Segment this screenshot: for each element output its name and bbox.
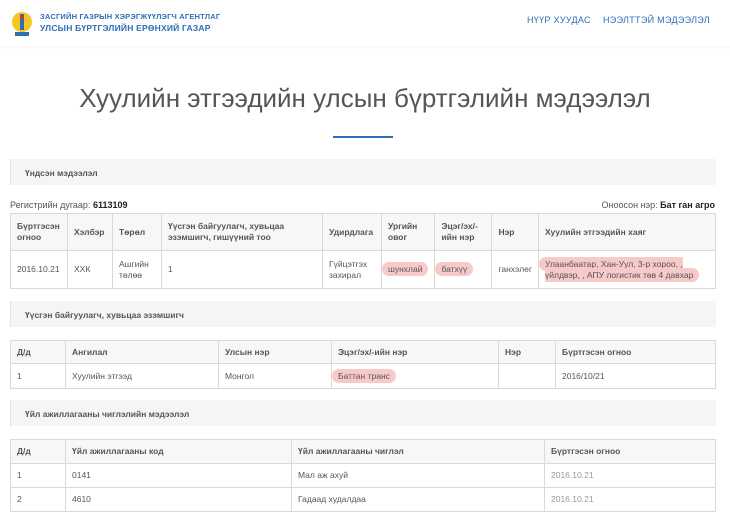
col-header: Нэр [491,213,539,251]
table-row: 1 0141 Мал аж ахуй 2016.10.21 [10,463,716,488]
nav-open-data[interactable]: НЭЭЛТТЭЙ МЭДЭЭЛЭЛ [603,15,710,25]
col-header: Ангилал [65,340,219,364]
activity-code: 0141 [65,463,292,488]
row-index: 2 [10,487,66,512]
section-title: Үүсгэн байгуулагч, хувьцаа эзэмшигч [25,310,184,320]
founder-category: Хуулийн этгээд [65,363,219,389]
basic-info-table: Бүртгэсэн огноо Хэлбэр Төрөл Үүсгэн байг… [10,213,717,289]
founders-table: Д/д Ангилал Улсын нэр Эцэг/эх/-ийн нэр Н… [10,340,716,389]
row-index: 1 [10,363,66,389]
entity-type: Ашгийн төлөө [112,250,162,289]
agency-name[interactable]: УЛСЫН БҮРТГЭЛИЙН ЕРӨНХИЙ ГАЗАР [40,23,211,33]
registry-number-value: 6113109 [92,200,128,210]
short-name: Оноосон нэр: Бат ган агро [601,200,715,210]
agency-line: ЗАСГИЙН ГАЗРЫН ХЭРЭГЖҮҮЛЭГЧ АГЕНТЛАГ [40,12,221,21]
activity-date: 2016.10.21 [544,463,716,488]
section-basic-info: Үндсэн мэдээлэл [10,159,716,185]
section-title: Үйл ажиллагааны чиглэлийн мэдээлэл [25,409,190,419]
col-header: Үүсгэн байгуулагч, хувьцаа эзэмшигч, гиш… [161,213,323,251]
page-title: Хуулийн этгээдийн улсын бүртгэлийн мэдээ… [79,83,651,113]
family-name: шунхлай [382,262,429,276]
col-header: Бүртгэсэн огноо [544,439,716,464]
col-header: Д/д [10,340,66,364]
col-header: Эцэг/эх/-ийн нэр [434,213,493,251]
registered-date: 2016.10.21 [10,250,68,289]
col-header: Үйл ажиллагааны код [65,439,292,464]
registry-number: Регистрийн дугаар: 6113109 [10,200,128,210]
col-header: Эцэг/эх/-ийн нэр [331,340,499,364]
address-cell: Улаанбаатар, Хан-Уул, 3-р хороо, , үйлдв… [537,250,717,289]
activity-name: Гадаад худалдаа [291,487,545,512]
activities-table: Д/д Үйл ажиллагааны код Үйл ажиллагааны … [10,439,716,512]
col-header: Үйл ажиллагааны чиглэл [291,439,545,464]
col-header: Д/д [10,439,66,464]
founder-name-cell: Баттан транс [331,363,499,389]
activity-name: Мал аж ахуй [291,463,545,488]
country: Монгол [218,363,332,389]
col-header: Удирдлага [322,213,382,251]
col-header: Улсын нэр [218,340,332,364]
nav-home[interactable]: НҮҮР ХУУДАС [527,15,591,25]
entity-form: ХХК [67,250,113,289]
top-header: ЗАСГИЙН ГАЗРЫН ХЭРЭГЖҮҮЛЭГЧ АГЕНТЛАГ УЛС… [0,0,730,46]
table-header-row: Д/д Ангилал Улсын нэр Эцэг/эх/-ийн нэр Н… [10,340,716,364]
given-name: ганхэлег [491,250,539,289]
patronymic-cell: батхүү [434,250,493,289]
section-title: Үндсэн мэдээлэл [25,168,98,178]
title-underline [333,136,393,138]
col-header: Ургийн овог [380,213,436,251]
soyombo-emblem-icon [12,12,32,36]
section-founders: Үүсгэн байгуулагч, хувьцаа эзэмшигч [10,301,716,327]
family-name-cell: шунхлай [380,250,436,289]
table-header-row: Д/д Үйл ажиллагааны код Үйл ажиллагааны … [10,439,716,464]
founder-registered-date: 2016/10/21 [555,363,716,389]
col-header: Бүртгэсэн огноо [555,340,716,364]
patronymic: батхүү [435,262,474,276]
management: Гүйцэтгэх захирал [322,250,382,289]
legal-address: Улаанбаатар, Хан-Уул, 3-р хороо, , үйлдв… [538,256,700,282]
founder-name: Баттан транс [332,368,396,383]
col-header: Хэлбэр [67,213,113,251]
founder-given-name [498,363,556,389]
col-header: Хуулийн этгээдийн хаяг [537,213,717,251]
table-row: 2 4610 Гадаад худалдаа 2016.10.21 [10,487,716,512]
activity-date: 2016.10.21 [544,487,716,512]
table-row: 1 Хуулийн этгээд Монгол Баттан транс 201… [10,363,716,389]
col-header: Нэр [498,340,556,364]
col-header: Бүртгэсэн огноо [10,213,68,251]
section-activities: Үйл ажиллагааны чиглэлийн мэдээлэл [10,400,716,426]
table-header-row: Бүртгэсэн огноо Хэлбэр Төрөл Үүсгэн байг… [10,213,717,251]
activity-code: 4610 [65,487,292,512]
col-header: Төрөл [112,213,162,251]
founder-count: 1 [161,250,323,289]
short-name-value: Бат ган агро [660,200,715,210]
row-index: 1 [10,463,66,488]
table-row: 2016.10.21 ХХК Ашгийн төлөө 1 Гүйцэтгэх … [10,250,717,289]
